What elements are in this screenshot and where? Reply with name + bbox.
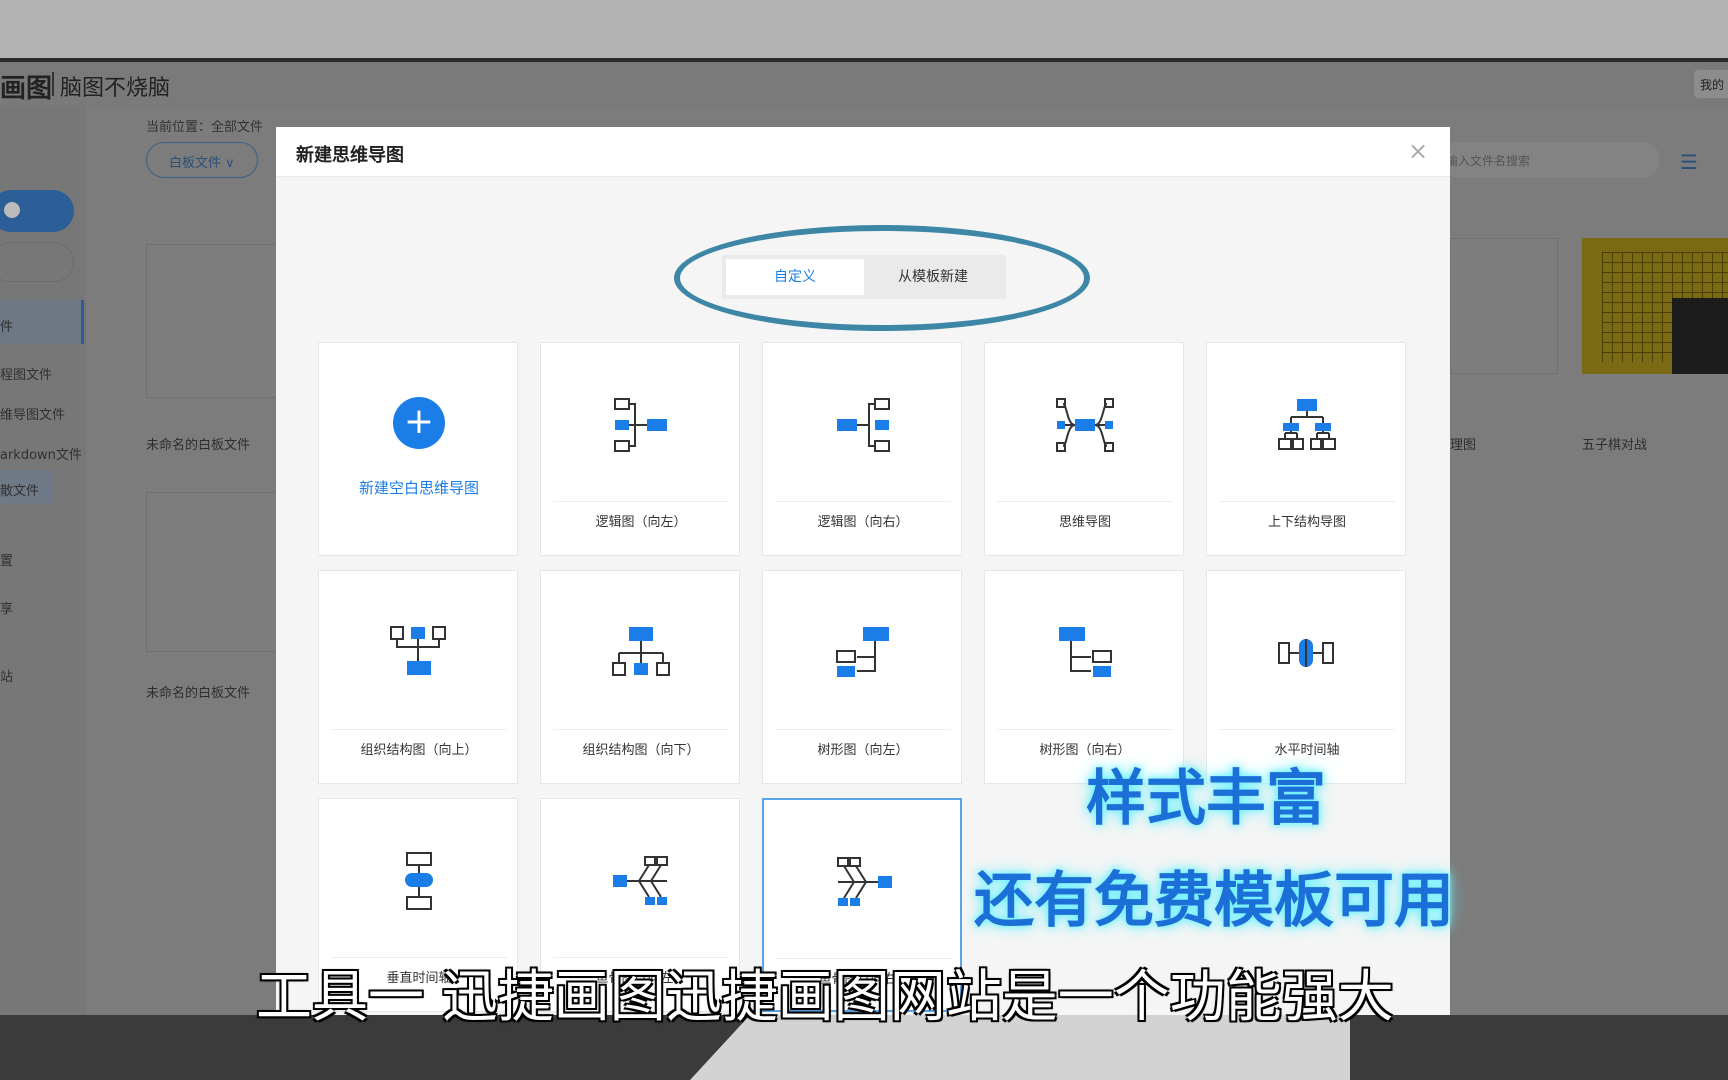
logic-right-icon — [837, 398, 890, 452]
file-thumbnail[interactable] — [1450, 238, 1558, 374]
upload-button[interactable] — [0, 242, 74, 282]
file-label: 五子棋对战 — [1582, 438, 1648, 453]
breadcrumb: 当前位置：全部文件 — [146, 120, 264, 135]
template-card[interactable]: 树形图（向左） — [762, 570, 962, 784]
template-card[interactable]: 组织结构图（向上） — [318, 570, 518, 784]
template-card[interactable]: 逻辑图（向右） — [762, 342, 962, 556]
plus-icon — [4, 202, 20, 218]
logic-left-icon — [614, 398, 667, 452]
card-label: 树形图（向左） — [817, 743, 909, 758]
file-label: 理图 — [1450, 438, 1477, 453]
app-logo: 画图 — [0, 74, 53, 104]
app-header: 画图 脑图不烧脑 我的 — [0, 62, 1728, 106]
card-label: 逻辑图（向右） — [817, 515, 909, 530]
fishbone-right-icon — [837, 857, 892, 906]
add-icon: + — [393, 397, 445, 449]
card-label: 新建空白思维导图 — [358, 479, 479, 497]
blank-mindmap-card[interactable]: + 新建空白思维导图 — [318, 342, 518, 556]
sidebar-item-flowchart[interactable]: 程图文件 — [0, 364, 52, 383]
close-icon[interactable]: × — [1408, 137, 1428, 165]
promo-caption-line1: 样式丰富 — [1086, 764, 1326, 834]
sidebar-item-recycle[interactable]: 站 — [0, 666, 13, 685]
promo-caption-line2: 还有免费模板可用 — [974, 866, 1454, 936]
file-thumbnail[interactable] — [146, 244, 286, 398]
top-down-icon — [1278, 399, 1336, 450]
card-label: 组织结构图（向上） — [360, 743, 478, 758]
header-divider — [52, 72, 54, 96]
video-subtitle: 工具一 迅捷画图迅捷画图网站是一个功能强大 — [256, 965, 1394, 1030]
sidebar-item-mindmap[interactable]: 维导图文件 — [0, 404, 65, 423]
sidebar-item-whiteboard[interactable]: 散文件 — [0, 480, 39, 499]
list-view-icon[interactable]: ☰ — [1680, 150, 1698, 174]
new-button[interactable] — [0, 190, 74, 232]
annotation-oval — [674, 225, 1090, 331]
v-timeline-icon — [405, 852, 433, 910]
fishbone-left-icon — [613, 856, 668, 905]
file-label: 未命名的白板文件 — [146, 686, 251, 701]
mindmap-icon — [1056, 398, 1114, 452]
app-title: 脑图不烧脑 — [60, 76, 171, 101]
file-thumbnail[interactable] — [146, 492, 286, 652]
tree-left-icon — [836, 627, 889, 677]
sidebar-item-share[interactable]: 享 — [0, 598, 13, 617]
sidebar: 件 程图文件 维导图文件 arkdown文件 散文件 置 享 站 — [0, 106, 86, 1015]
template-card[interactable]: 上下结构导图 — [1206, 342, 1406, 556]
card-label: 思维导图 — [1058, 515, 1111, 530]
h-timeline-icon — [1278, 639, 1334, 667]
gomoku-thumbnail[interactable] — [1582, 238, 1728, 374]
sidebar-item-all[interactable]: 件 — [0, 316, 13, 335]
screen: 画图 脑图不烧脑 我的 件 程图文件 维导图文件 arkdown文件 散文件 置… — [0, 62, 1728, 1015]
card-label: 逻辑图（向左） — [595, 515, 687, 530]
frame-top — [0, 0, 1728, 60]
sidebar-item-settings[interactable]: 置 — [0, 550, 13, 569]
dialog-header: 新建思维导图 × — [276, 127, 1450, 177]
filter-dropdown[interactable]: 白板文件 ∨ — [146, 142, 258, 178]
tree-right-icon — [1059, 627, 1112, 677]
sidebar-item-markdown[interactable]: arkdown文件 — [0, 444, 82, 463]
dialog-title: 新建思维导图 — [296, 145, 404, 166]
file-label: 未命名的白板文件 — [146, 438, 251, 453]
search-input[interactable]: 输入文件名搜索 — [1440, 142, 1660, 178]
org-down-icon — [612, 627, 670, 676]
mine-button[interactable]: 我的 — [1694, 70, 1728, 98]
org-up-icon — [390, 626, 446, 675]
template-card[interactable]: 组织结构图（向下） — [540, 570, 740, 784]
template-card[interactable]: 思维导图 — [984, 342, 1184, 556]
card-label: 组织结构图（向下） — [582, 743, 700, 758]
template-card[interactable]: 逻辑图（向左） — [540, 342, 740, 556]
card-label: 上下结构导图 — [1267, 515, 1346, 530]
